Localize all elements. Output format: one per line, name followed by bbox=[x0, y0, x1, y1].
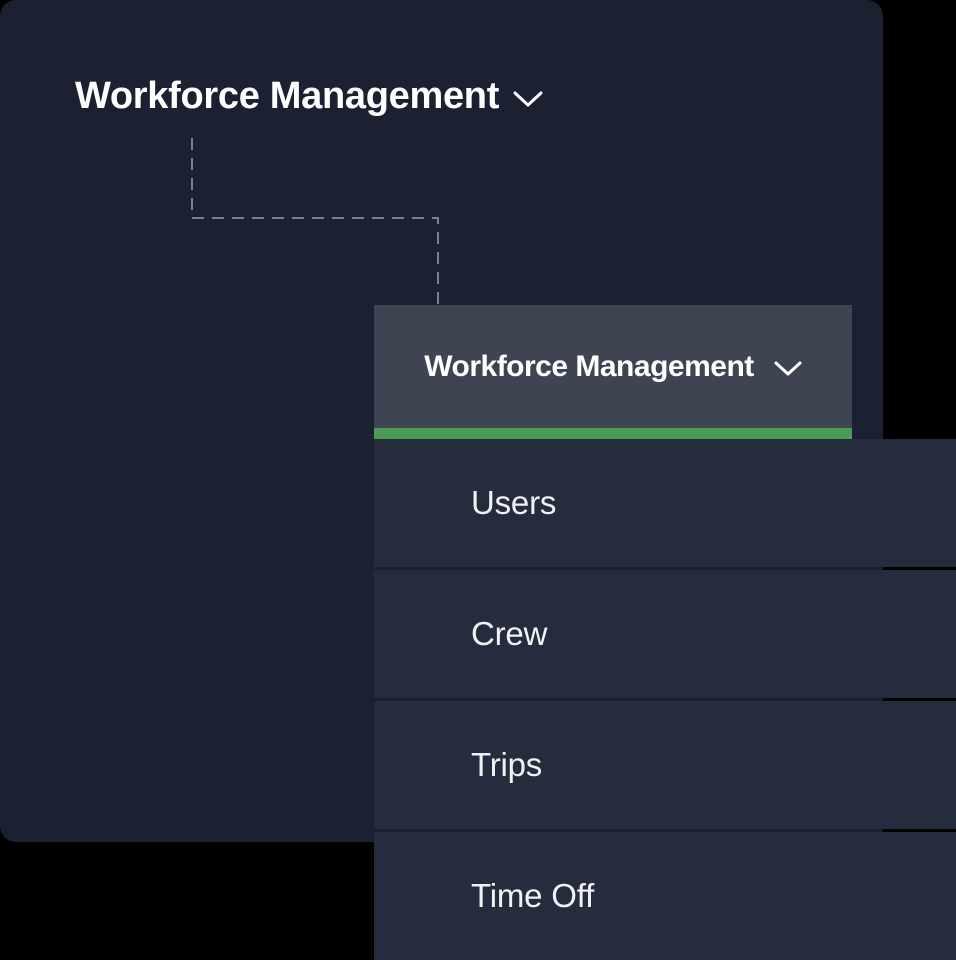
menu-item-label: Trips bbox=[471, 746, 542, 784]
dropdown-menu: Users Crew Trips Time Off bbox=[374, 439, 956, 960]
menu-item-users[interactable]: Users bbox=[374, 439, 956, 567]
chevron-down-icon bbox=[513, 91, 543, 108]
page-title: Workforce Management bbox=[75, 75, 499, 118]
chevron-down-icon bbox=[774, 361, 802, 377]
menu-item-crew[interactable]: Crew bbox=[374, 570, 956, 698]
menu-item-label: Users bbox=[471, 484, 556, 522]
dropdown-title: Workforce Management bbox=[424, 350, 754, 384]
menu-item-trips[interactable]: Trips bbox=[374, 701, 956, 829]
menu-item-time-off[interactable]: Time Off bbox=[374, 832, 956, 960]
active-accent-bar bbox=[374, 428, 852, 439]
dropdown-trigger[interactable]: Workforce Management bbox=[374, 305, 852, 428]
page: Workforce Management Workforce Managemen… bbox=[0, 0, 956, 960]
workspace-switcher[interactable]: Workforce Management bbox=[75, 70, 543, 122]
menu-item-label: Time Off bbox=[471, 877, 594, 915]
menu-item-label: Crew bbox=[471, 615, 547, 653]
